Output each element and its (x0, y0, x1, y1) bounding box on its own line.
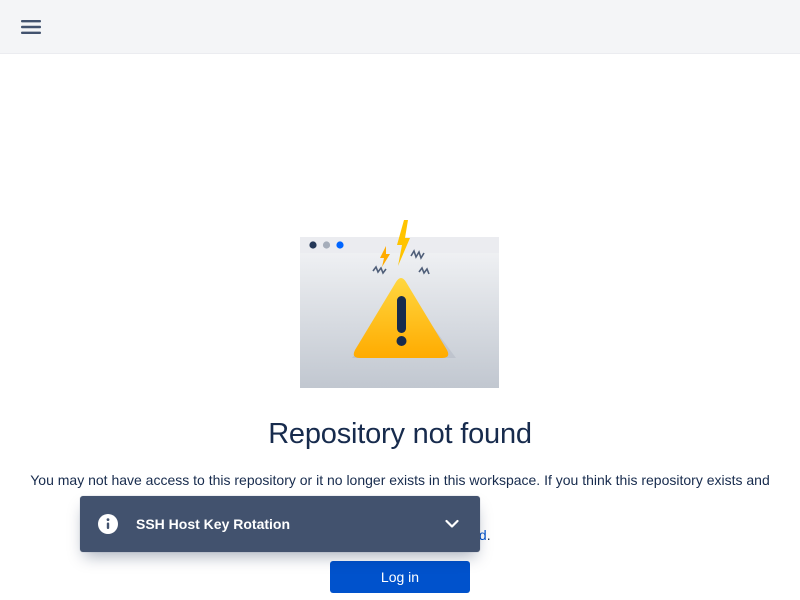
banner-title: SSH Host Key Rotation (136, 516, 291, 532)
chevron-down-icon[interactable] (444, 516, 460, 532)
info-icon (98, 514, 118, 534)
top-navigation-bar (0, 0, 800, 54)
hamburger-menu-icon (21, 20, 41, 34)
page-title: Repository not found (268, 418, 532, 450)
error-illustration (300, 220, 500, 388)
dashboard-line-suffix: . (486, 527, 491, 543)
description-line-1: You may not have access to this reposito… (30, 472, 770, 488)
login-button[interactable]: Log in (330, 561, 470, 593)
ssh-host-key-rotation-banner[interactable]: SSH Host Key Rotation (80, 496, 480, 552)
window-dot-grey (322, 241, 331, 249)
window-dot-dark (309, 241, 317, 249)
window-dot-blue (336, 241, 344, 249)
menu-button[interactable] (14, 12, 48, 42)
